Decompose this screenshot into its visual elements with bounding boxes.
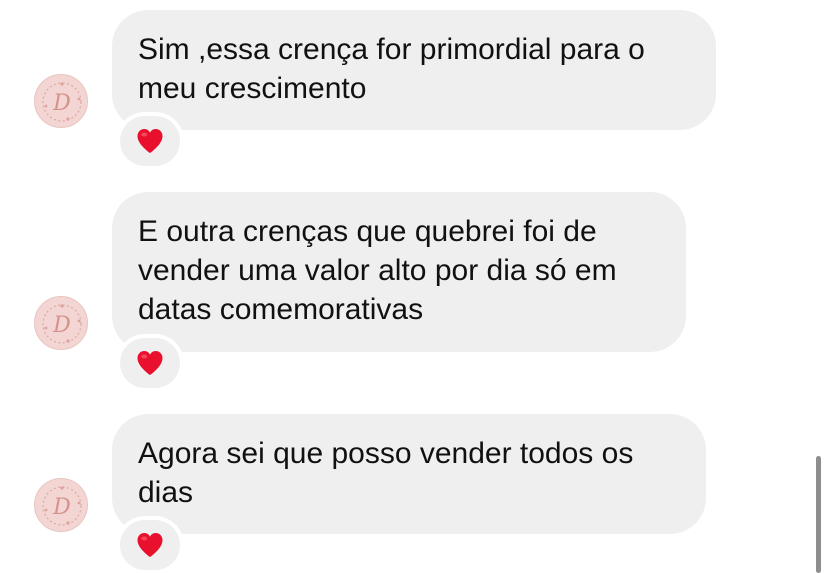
avatar-wreath-icon: D — [42, 82, 82, 122]
message-text: Agora sei que posso vender todos os dias — [138, 437, 634, 509]
heart-reaction[interactable] — [120, 520, 180, 570]
heart-reaction[interactable] — [120, 116, 180, 166]
avatar-wreath-icon: D — [42, 486, 82, 526]
sender-avatar[interactable]: D — [34, 296, 88, 350]
message-bubble[interactable]: Sim ,essa crença for primordial para o m… — [112, 10, 716, 130]
vertical-scrollbar[interactable] — [816, 456, 821, 573]
svg-text:D: D — [52, 495, 71, 520]
avatar-wreath-icon: D — [42, 304, 82, 344]
sender-avatar[interactable]: D — [34, 74, 88, 128]
message-bubble[interactable]: E outra crenças que quebrei foi de vende… — [112, 192, 686, 352]
message-thread: D Sim ,essa crença for primordial para o… — [0, 0, 828, 573]
message-text: E outra crenças que quebrei foi de vende… — [138, 215, 617, 326]
sender-avatar[interactable]: D — [34, 478, 88, 532]
heart-reaction[interactable] — [120, 338, 180, 388]
message-bubble[interactable]: Agora sei que posso vender todos os dias — [112, 414, 706, 534]
svg-text:D: D — [52, 313, 71, 338]
red-heart-icon — [137, 129, 163, 153]
message-text: Sim ,essa crença for primordial para o m… — [138, 33, 645, 105]
svg-text:D: D — [52, 91, 71, 116]
red-heart-icon — [137, 351, 163, 375]
red-heart-icon — [137, 533, 163, 557]
